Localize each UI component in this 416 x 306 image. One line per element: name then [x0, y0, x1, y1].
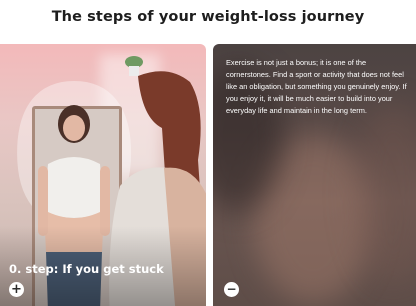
- page-title: The steps of your weight-loss journey: [51, 9, 365, 25]
- expand-plus-icon[interactable]: +: [9, 282, 24, 297]
- step-description: Exercise is not just a bonus; it is one …: [226, 58, 407, 116]
- step-card-collapsed[interactable]: 0 0. step: If you get stuck +: [0, 44, 206, 306]
- step-title: 0. step: If you get stuck: [9, 262, 164, 276]
- collapse-minus-icon[interactable]: −: [224, 282, 239, 297]
- step-card-expanded[interactable]: Exercise is not just a bonus; it is one …: [213, 44, 416, 306]
